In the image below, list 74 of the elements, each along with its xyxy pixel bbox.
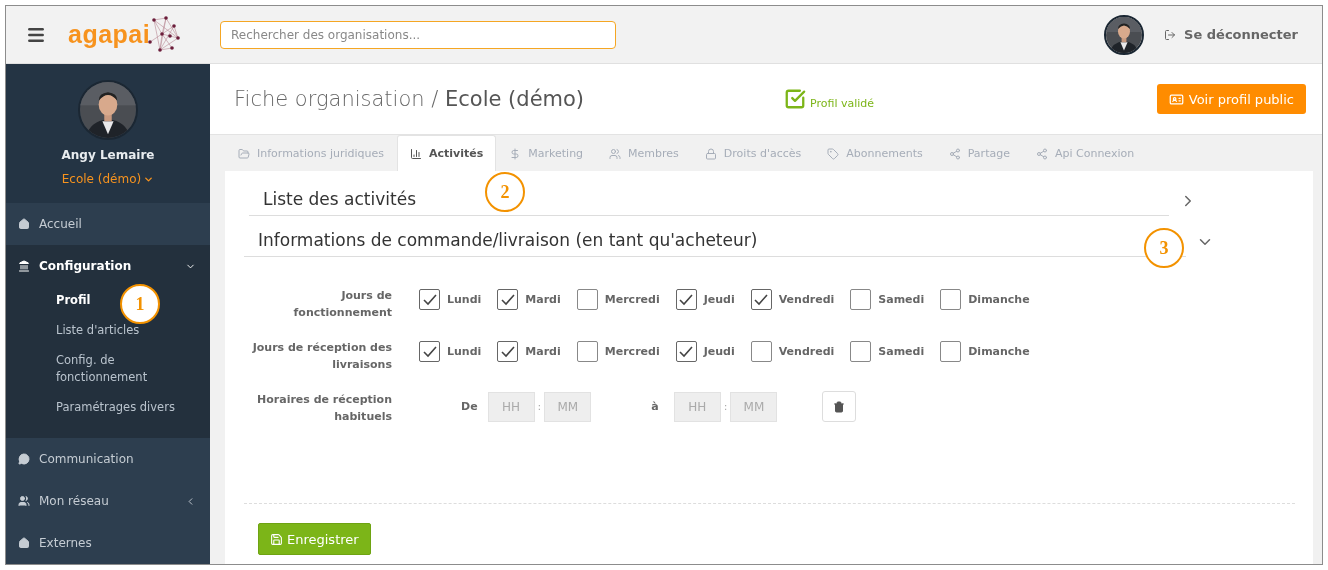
checkbox-label: Mardi (525, 345, 561, 358)
bar-chart-icon (410, 147, 422, 160)
home-icon (18, 537, 30, 549)
checkbox-label: Samedi (878, 345, 925, 358)
delete-button[interactable] (822, 391, 857, 422)
bank-icon (18, 260, 30, 272)
minute-field[interactable]: MM (544, 391, 592, 422)
sidebar-item[interactable]: Accueil (6, 203, 210, 245)
checkbox-label: Mercredi (604, 345, 660, 358)
users-icon (609, 147, 622, 160)
sidebar-item[interactable]: Communication (6, 438, 210, 480)
organisation-dropdown[interactable]: Ecole (démo) (61, 172, 155, 186)
time-label: à (651, 400, 659, 413)
checkbox-label: Jeudi (703, 345, 735, 358)
lock-icon (704, 147, 717, 160)
checkbox[interactable] (850, 341, 872, 362)
checkbox[interactable] (497, 289, 519, 310)
checkbox[interactable] (675, 289, 697, 310)
checkbox-label: Vendredi (778, 293, 835, 306)
folder-icon (238, 147, 250, 160)
checkbox-label: Lundi (447, 345, 482, 358)
logout-link[interactable]: Se déconnecter (1164, 27, 1298, 42)
time-label: De (461, 400, 478, 413)
tab[interactable]: Activités (397, 135, 497, 171)
tag-icon (827, 147, 840, 160)
checkbox[interactable] (675, 341, 697, 362)
checkbox-label: Jeudi (703, 293, 735, 306)
hour-field[interactable]: HH (673, 391, 721, 422)
page-title: Fiche organisation / Ecole (démo) (234, 87, 586, 111)
checkbox[interactable] (576, 289, 598, 310)
users-icon (18, 495, 30, 507)
sidebar-subitem[interactable]: Profil (56, 287, 91, 314)
checkbox[interactable] (497, 341, 519, 362)
checkbox-label: Vendredi (778, 345, 835, 358)
time-separator: : (537, 400, 542, 413)
sidebar-subitem[interactable]: Paramétrages divers (56, 394, 175, 421)
status-text: Profil validé (810, 96, 875, 110)
time-separator: : (723, 400, 728, 413)
checkbox[interactable] (750, 341, 772, 362)
checkbox-label: Dimanche (968, 293, 1030, 306)
checkbox-label: Samedi (878, 293, 925, 306)
save-icon (270, 532, 283, 546)
search-field[interactable]: Rechercher des organisations... (220, 20, 616, 49)
home-icon (18, 218, 30, 230)
user-name: Angy Lemaire (61, 148, 155, 162)
id-card-icon (1168, 91, 1184, 107)
sidebar-item[interactable]: Mon réseau (6, 480, 210, 522)
sidebar-subitem[interactable]: Config. de fonctionnement (56, 347, 196, 391)
share-icon (948, 147, 961, 160)
sidebar-item[interactable]: Configuration (6, 245, 210, 287)
logo: agapai (68, 20, 151, 49)
trash-icon (833, 400, 846, 413)
checkbox[interactable] (850, 289, 872, 310)
field-label: Horaires de réception habituels (256, 392, 392, 425)
check-icon (784, 88, 806, 110)
chat-icon (18, 453, 30, 465)
sidebar-item[interactable]: Externes (6, 522, 210, 564)
field-label: Jours de réception des livraisons (251, 340, 392, 373)
field-label: Jours de fonctionnement (292, 288, 392, 321)
dollar-icon (509, 147, 522, 160)
checkbox[interactable] (750, 289, 772, 310)
checkbox-label: Mardi (525, 293, 561, 306)
logout-icon (1164, 28, 1177, 41)
hour-field[interactable]: HH (487, 391, 535, 422)
checkbox[interactable] (940, 289, 962, 310)
minute-field[interactable]: MM (730, 391, 778, 422)
checkbox-label: Dimanche (968, 345, 1030, 358)
checkbox[interactable] (940, 341, 962, 362)
share-icon (1035, 147, 1048, 160)
checkbox[interactable] (576, 341, 598, 362)
checkbox[interactable] (419, 341, 440, 362)
checkbox-label: Mercredi (604, 293, 660, 306)
checkbox-label: Lundi (447, 293, 482, 306)
checkbox[interactable] (419, 289, 440, 310)
